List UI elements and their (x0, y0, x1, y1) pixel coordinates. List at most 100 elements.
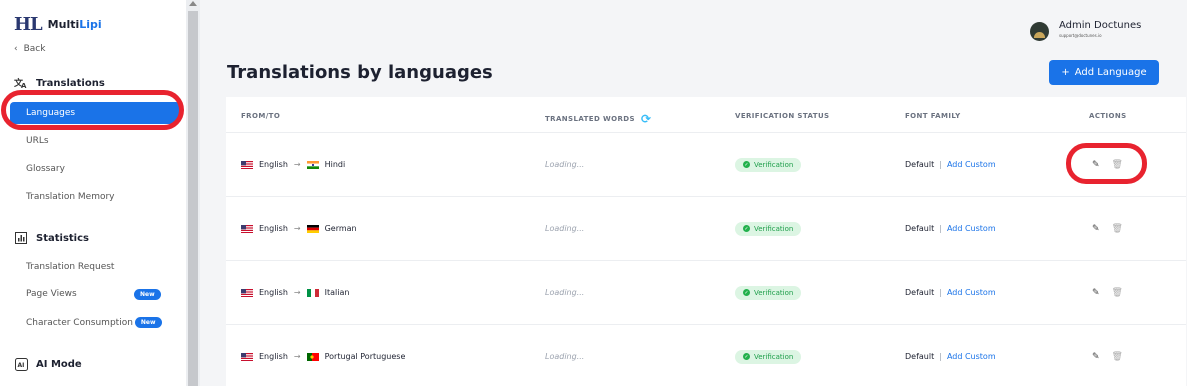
font-value: Default (905, 224, 935, 233)
app-logo[interactable]: HL MultiLipi (14, 14, 102, 35)
sidebar-item-label: Translation Memory (26, 192, 115, 202)
us-flag-icon (241, 288, 253, 297)
translations-section-heading[interactable]: 文A Translations (14, 76, 105, 90)
app-name-part2: Lipi (79, 18, 102, 31)
new-badge: New (134, 289, 161, 300)
column-header-verification-status: VERIFICATION STATUS (735, 112, 830, 120)
target-language: German (324, 224, 357, 233)
plus-icon: + (1061, 67, 1070, 78)
check-circle-icon: ✓ (743, 289, 750, 296)
page-title: Translations by languages (227, 62, 493, 83)
sidebar-item-label: URLs (26, 136, 49, 146)
translated-words-cell: Loading... (545, 352, 585, 361)
source-language: English (259, 160, 288, 169)
arrow-right-icon: → (293, 160, 301, 169)
user-menu[interactable]: Admin Doctunes support@doctunes.io (1030, 20, 1142, 41)
logo-icon: HL (14, 14, 43, 35)
arrow-right-icon: → (293, 352, 301, 361)
back-link[interactable]: ‹ Back (14, 44, 45, 54)
sidebar-item-glossary[interactable]: Glossary (26, 164, 65, 174)
status-badge[interactable]: ✓ Verification (735, 349, 802, 364)
translated-words-cell: Loading... (545, 288, 585, 297)
add-custom-font-link[interactable]: Add Custom (947, 224, 996, 233)
status-badge[interactable]: ✓ Verification (735, 157, 802, 172)
actions-cell: ✎ 🗑 (1092, 197, 1123, 260)
separator: | (939, 352, 942, 361)
table-header: FROM/TO TRANSLATED WORDS ⟳ VERIFICATION … (226, 97, 1186, 133)
new-badge: New (134, 317, 162, 328)
refresh-icon[interactable]: ⟳ (641, 112, 651, 126)
edit-icon[interactable]: ✎ (1092, 288, 1100, 298)
trash-icon[interactable]: 🗑 (1112, 288, 1123, 298)
table-row: English → German Loading... ✓ Verificatio… (226, 197, 1186, 261)
statistics-heading: Statistics (36, 232, 89, 244)
sidebar-item-languages[interactable]: Languages (10, 102, 180, 124)
status-label: Verification (754, 224, 794, 233)
verification-cell: ✓ Verification (735, 133, 802, 196)
ai-mode-heading: AI Mode (36, 358, 82, 370)
scrollbar-thumb[interactable] (188, 11, 198, 386)
avatar (1030, 22, 1049, 41)
trash-icon[interactable]: 🗑 (1112, 224, 1123, 234)
sidebar-item-page-views[interactable]: Page Views (26, 289, 77, 299)
india-flag-icon (306, 160, 319, 169)
add-custom-font-link[interactable]: Add Custom (947, 288, 996, 297)
status-label: Verification (754, 352, 794, 361)
font-value: Default (905, 288, 935, 297)
sidebar-item-translation-request[interactable]: Translation Request (26, 262, 114, 272)
status-badge[interactable]: ✓ Verification (735, 285, 802, 300)
font-family-cell: Default | Add Custom (905, 133, 996, 196)
sidebar-item-label: Character Consumption (26, 317, 133, 328)
add-language-button[interactable]: + Add Language (1049, 60, 1159, 85)
verification-cell: ✓ Verification (735, 197, 802, 260)
translations-heading: Translations (36, 77, 105, 89)
chevron-left-icon: ‹ (14, 44, 18, 54)
column-header-font-family: FONT FAMILY (905, 112, 961, 120)
table-row: English → Portugal Portuguese Loading...… (226, 325, 1186, 386)
font-family-cell: Default | Add Custom (905, 261, 996, 324)
sidebar-item-urls[interactable]: URLs (26, 136, 49, 146)
column-header-from-to: FROM/TO (241, 112, 281, 120)
ai-mode-section-heading[interactable]: AI AI Mode (14, 357, 82, 371)
from-to-cell: English → Hindi (241, 133, 345, 196)
user-email: support@doctunes.io (1059, 33, 1102, 38)
font-family-cell: Default | Add Custom (905, 325, 996, 386)
font-value: Default (905, 160, 935, 169)
from-to-cell: English → Portugal Portuguese (241, 325, 405, 386)
status-badge[interactable]: ✓ Verification (735, 221, 802, 236)
arrow-right-icon: → (293, 288, 301, 297)
source-language: English (259, 288, 288, 297)
portugal-flag-icon (306, 352, 319, 361)
app-name: MultiLipi (48, 18, 102, 31)
statistics-section-heading[interactable]: Statistics (14, 231, 89, 245)
source-language: English (259, 352, 288, 361)
verification-cell: ✓ Verification (735, 325, 802, 386)
svg-text:AI: AI (17, 362, 24, 369)
add-custom-font-link[interactable]: Add Custom (947, 160, 996, 169)
sidebar-item-label: Page Views (26, 289, 77, 299)
sidebar-item-label: Glossary (26, 164, 65, 174)
app-name-part1: Multi (47, 18, 80, 31)
trash-icon[interactable]: 🗑 (1112, 160, 1123, 170)
trash-icon[interactable]: 🗑 (1112, 352, 1123, 362)
status-label: Verification (754, 288, 794, 297)
column-header-translated-words: TRANSLATED WORDS ⟳ (545, 112, 651, 126)
sidebar-item-translation-memory[interactable]: Translation Memory (26, 192, 115, 202)
add-custom-font-link[interactable]: Add Custom (947, 352, 996, 361)
edit-icon[interactable]: ✎ (1092, 224, 1100, 234)
edit-icon[interactable]: ✎ (1092, 352, 1100, 362)
sidebar-item-character-consumption[interactable]: Character Consumption New (26, 317, 162, 328)
arrow-right-icon: → (293, 224, 301, 233)
target-language: Hindi (324, 160, 346, 169)
check-circle-icon: ✓ (743, 353, 750, 360)
actions-cell: ✎ 🗑 (1092, 261, 1123, 324)
check-circle-icon: ✓ (743, 225, 750, 232)
edit-icon[interactable]: ✎ (1092, 160, 1100, 170)
scroll-up-arrow-icon[interactable] (189, 1, 197, 6)
bar-chart-icon (14, 231, 28, 245)
sidebar-item-label: Languages (26, 108, 76, 118)
svg-text:A: A (21, 82, 27, 89)
italy-flag-icon (306, 288, 319, 297)
user-name: Admin Doctunes (1059, 20, 1142, 31)
separator: | (939, 288, 942, 297)
